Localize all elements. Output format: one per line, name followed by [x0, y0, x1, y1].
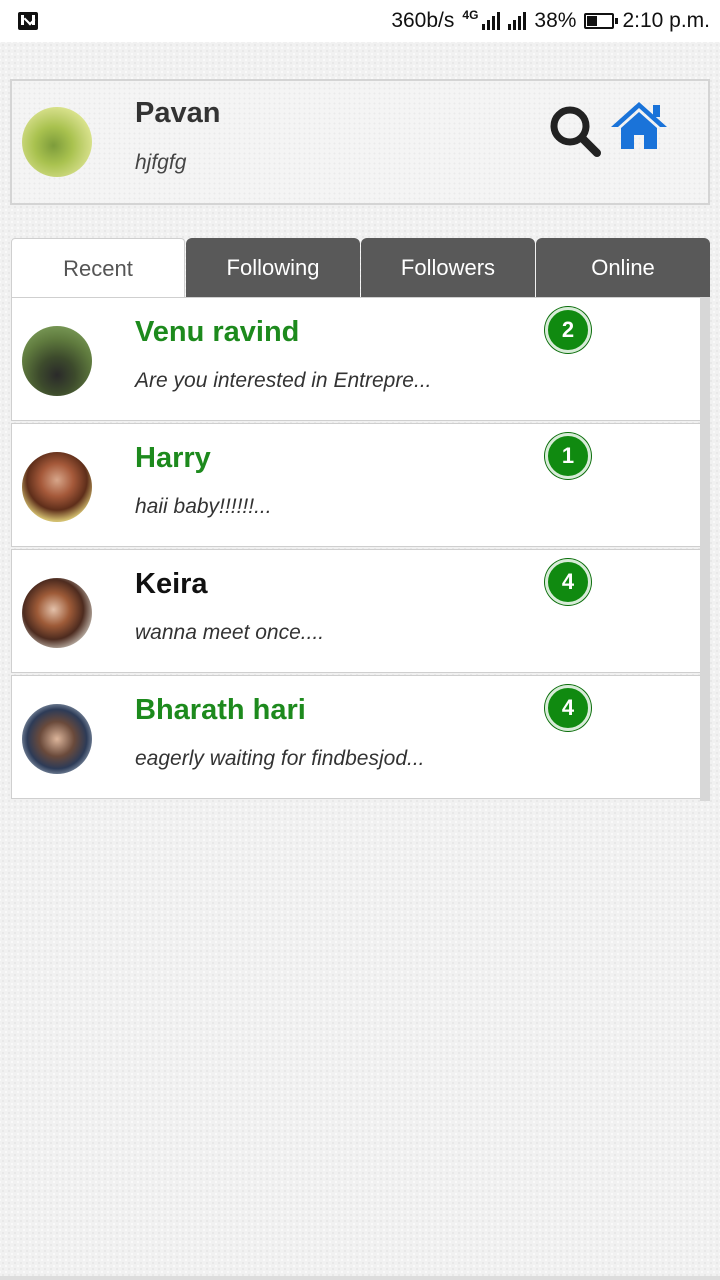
- contact-name: Harry: [135, 442, 211, 474]
- profile-name: Pavan: [135, 97, 221, 129]
- unread-badge: 1: [545, 433, 591, 479]
- conversation-item[interactable]: Keira wanna meet once.... 4: [11, 549, 701, 673]
- tab-following[interactable]: Following: [186, 238, 360, 298]
- last-message: Are you interested in Entrepre...: [135, 369, 432, 392]
- profile-header: Pavan hjfgfg: [10, 79, 710, 205]
- home-icon[interactable]: [608, 99, 670, 151]
- status-indicators: 360b/s 4G 38% 2:10 p.m.: [391, 8, 710, 33]
- avatar[interactable]: [22, 578, 92, 648]
- avatar[interactable]: [22, 326, 92, 396]
- network-speed: 360b/s: [391, 9, 455, 32]
- battery-percent: 38%: [534, 9, 577, 32]
- last-message: wanna meet once....: [135, 621, 325, 644]
- unread-badge: 4: [545, 685, 591, 731]
- unread-badge: 2: [545, 307, 591, 353]
- battery-fill: [587, 16, 598, 26]
- last-message: haii baby!!!!!!...: [135, 495, 272, 518]
- signal-icon: 4G: [462, 8, 501, 30]
- status-bar: 360b/s 4G 38% 2:10 p.m.: [0, 0, 720, 42]
- unread-badge: 4: [545, 559, 591, 605]
- search-icon[interactable]: [547, 103, 603, 159]
- avatar[interactable]: [22, 704, 92, 774]
- conversation-item[interactable]: Venu ravind Are you interested in Entrep…: [11, 297, 701, 421]
- list-scrollbar[interactable]: [700, 297, 710, 801]
- contact-name: Keira: [135, 568, 208, 600]
- signal-icon: [508, 12, 527, 30]
- tab-online[interactable]: Online: [536, 238, 710, 298]
- contact-name: Bharath hari: [135, 694, 306, 726]
- profile-status: hjfgfg: [135, 151, 187, 174]
- tab-recent[interactable]: Recent: [11, 238, 185, 298]
- network-type: 4G: [462, 8, 479, 22]
- contact-name: Venu ravind: [135, 316, 300, 348]
- gmail-icon: [18, 12, 38, 30]
- conversation-list: Venu ravind Are you interested in Entrep…: [11, 297, 710, 801]
- profile-avatar[interactable]: [22, 107, 92, 177]
- bottom-edge: [0, 1276, 720, 1280]
- conversation-item[interactable]: Harry haii baby!!!!!!... 1: [11, 423, 701, 547]
- tab-bar: Recent Following Followers Online: [11, 238, 711, 298]
- tab-followers[interactable]: Followers: [361, 238, 535, 298]
- avatar[interactable]: [22, 452, 92, 522]
- battery-icon: [584, 13, 619, 29]
- conversation-item[interactable]: Bharath hari eagerly waiting for findbes…: [11, 675, 701, 799]
- clock: 2:10 p.m.: [622, 9, 710, 32]
- last-message: eagerly waiting for findbesjod...: [135, 747, 425, 770]
